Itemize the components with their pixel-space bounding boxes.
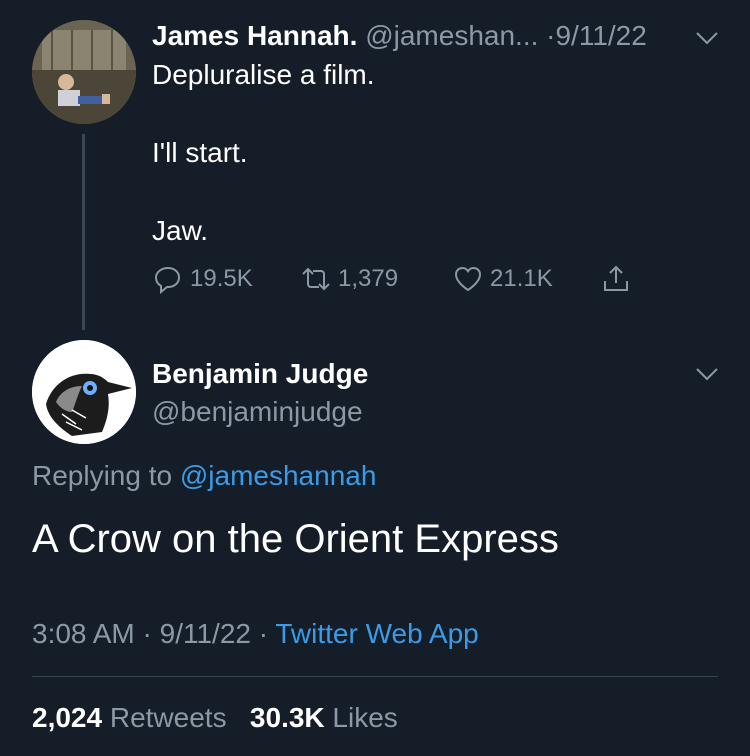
like-button[interactable]: 21.1K (452, 262, 553, 296)
tweet1-author-handle[interactable]: @jameshan... (365, 20, 538, 51)
share-icon (604, 265, 628, 291)
likes-label: Likes (332, 702, 398, 733)
retweets-count: 2,024 (32, 702, 103, 733)
tweet2-date[interactable]: 9/11/22 (160, 618, 251, 649)
avatar-james-hannah[interactable] (32, 20, 136, 124)
replying-to: Replying to @jameshannah (32, 458, 376, 494)
like-icon (454, 266, 482, 292)
reply-icon (154, 266, 181, 295)
tweet2-menu-button[interactable] (694, 366, 720, 382)
retweet-icon (302, 267, 330, 291)
tweet1-text-line: I'll start. (152, 137, 248, 168)
crow-drawing-icon (32, 340, 136, 444)
share-button[interactable] (600, 262, 632, 296)
avatar-benjamin-judge[interactable] (32, 340, 136, 444)
tweet2-author-handle[interactable]: @benjaminjudge (152, 394, 363, 430)
tweet2-meta: 3:08 AM · 9/11/22 · Twitter Web App (32, 616, 479, 652)
chevron-down-icon (696, 32, 718, 45)
retweet-count: 1,379 (338, 265, 399, 292)
tweet1-text-line: Depluralise a film. (152, 59, 375, 90)
tweet1-menu-button[interactable] (694, 30, 720, 46)
tweet2-author-name[interactable]: Benjamin Judge (152, 356, 368, 392)
tweet2-stats: 2,024 Retweets 30.3K Likes (32, 700, 398, 736)
avatar-photo (32, 20, 136, 124)
tweet2-time[interactable]: 3:08 AM (32, 618, 135, 649)
reply-button[interactable]: 19.5K (152, 262, 253, 296)
tweet1-header: James Hannah. @jameshan... ·9/11/22 (152, 18, 647, 54)
retweets-label: Retweets (109, 702, 227, 733)
tweet-source-link[interactable]: Twitter Web App (275, 618, 478, 649)
like-count: 21.1K (490, 265, 553, 292)
retweets-stat[interactable]: 2,024 Retweets (32, 702, 227, 733)
divider (32, 676, 718, 677)
replying-to-label: Replying to (32, 460, 173, 491)
tweet1-date[interactable]: 9/11/22 (555, 20, 646, 51)
likes-stat[interactable]: 30.3K Likes (250, 702, 398, 733)
tweet1-action-bar: 19.5K 1,379 21.1K (152, 262, 652, 296)
likes-count: 30.3K (249, 702, 325, 733)
retweet-button[interactable]: 1,379 (300, 262, 398, 296)
tweet2-text: A Crow on the Orient Express (32, 517, 559, 561)
chevron-down-icon (696, 368, 718, 381)
reply-count: 19.5K (190, 265, 253, 292)
thread-connector-line (82, 134, 85, 330)
tweet1-text-line: Jaw. (152, 215, 209, 246)
meta-separator: · (142, 618, 152, 649)
meta-separator: · (258, 618, 269, 649)
replying-to-handle-link[interactable]: @jameshannah (180, 460, 377, 491)
tweet1-author-name[interactable]: James Hannah. (152, 20, 357, 51)
